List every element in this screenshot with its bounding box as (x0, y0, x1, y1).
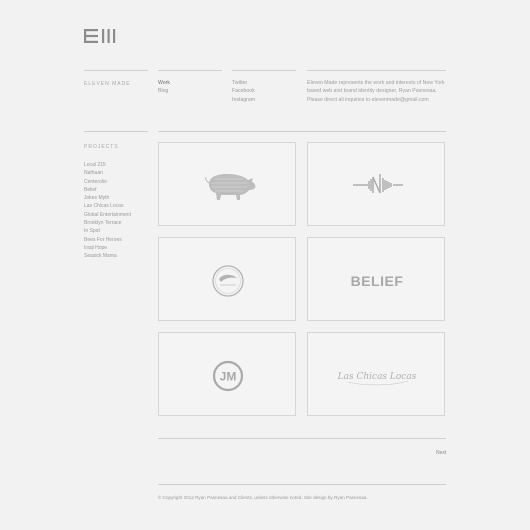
script-wordmark: Las Chicas Locas (337, 372, 417, 386)
project-link[interactable]: Brooklyn Terrace (84, 219, 131, 227)
header-rule-social (232, 70, 296, 71)
jm-monogram-icon: JM (212, 360, 244, 392)
work-tile-script[interactable]: Las Chicas Locas (307, 332, 445, 416)
project-link[interactable]: Local 215 (84, 161, 131, 169)
project-link[interactable]: Belief (84, 186, 131, 194)
header-rule-brand (84, 70, 148, 71)
about-line: based web and brand identity designer, R… (307, 88, 437, 95)
script-wordmark-text: Las Chicas Locas (337, 372, 417, 382)
brand-name: ELEVEN MADE (84, 81, 131, 87)
circle-emblem-icon (212, 265, 244, 297)
projects-list: Local 215 Nathaan Centerolio Belief Joke… (84, 161, 131, 261)
instagram-link[interactable]: Instagram (232, 96, 255, 104)
nav-work-link[interactable]: Work (158, 79, 170, 87)
project-link[interactable]: Bees For Heroes (84, 236, 131, 244)
work-tile-jm[interactable]: JM (158, 332, 296, 416)
project-link[interactable]: Iraqi Hope (84, 244, 131, 252)
project-link[interactable]: Jokes Myth (84, 194, 131, 202)
pig-illustration-icon (205, 174, 256, 200)
work-tile-circle-emblem[interactable] (158, 237, 296, 321)
belief-wordmark: BELIEF (351, 273, 404, 289)
project-link[interactable]: Las Chicas Locas (84, 202, 131, 210)
about-line: Eleven Made represents the work and inte… (307, 80, 445, 86)
projects-rule (84, 131, 148, 132)
pagination-rule (158, 438, 446, 439)
projects-heading: PROJECTS (84, 144, 119, 150)
project-link[interactable]: Nathaan (84, 169, 131, 177)
next-page-link[interactable]: Next (436, 450, 446, 456)
header-rule-nav (158, 70, 222, 71)
belief-wordmark-text: BELIEF (351, 273, 404, 289)
work-tile-waveform[interactable] (307, 142, 445, 226)
primary-nav: Work Blog (158, 79, 170, 96)
footer-copyright: © Copyright 2012 Ryan Pasnesaa and Clien… (158, 495, 368, 500)
jm-monogram-text: JM (220, 370, 237, 384)
work-rule (158, 131, 446, 132)
waveform-n-logo-icon (353, 174, 403, 194)
project-link[interactable]: Centerolio (84, 178, 131, 186)
project-link[interactable]: Global Entertainment (84, 211, 131, 219)
eleven-made-logo[interactable] (84, 29, 116, 43)
social-nav: Twitter Facebook Instagram (232, 79, 255, 104)
header-rule-about (307, 70, 446, 71)
project-link[interactable]: Seasick Mama (84, 252, 131, 260)
about-line[interactable]: Please direct all inquiries to elevenmad… (307, 96, 447, 104)
footer-rule (158, 484, 446, 485)
nav-blog-link[interactable]: Blog (158, 87, 170, 95)
project-link[interactable]: In Spot (84, 227, 131, 235)
about-text: Eleven Made represents the work and inte… (307, 79, 447, 104)
work-tile-belief[interactable]: BELIEF (307, 237, 445, 321)
work-tile-pig[interactable] (158, 142, 296, 226)
twitter-link[interactable]: Twitter (232, 79, 255, 87)
facebook-link[interactable]: Facebook (232, 87, 255, 95)
